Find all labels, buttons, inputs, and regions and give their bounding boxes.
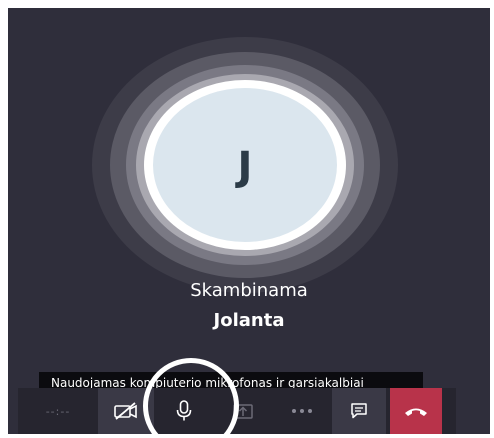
share-screen-icon xyxy=(233,404,253,419)
call-status: Skambinama xyxy=(190,280,308,301)
share-screen-button[interactable] xyxy=(214,388,272,434)
hang-up-button[interactable] xyxy=(390,388,442,434)
callee-name: Jolanta xyxy=(213,310,285,331)
call-controls-toolbar: --:-- xyxy=(18,388,456,434)
more-options-button[interactable] xyxy=(272,388,332,434)
video-toggle-button[interactable] xyxy=(98,388,154,434)
chat-icon xyxy=(351,403,367,419)
avatar-initial: J xyxy=(237,144,253,190)
call-screen: J Skambinama Jolanta Naudojamas kompiute… xyxy=(8,8,490,434)
microphone-icon xyxy=(176,400,192,421)
avatar: J xyxy=(153,88,337,242)
microphone-button[interactable] xyxy=(154,388,214,434)
call-timer: --:-- xyxy=(45,404,71,418)
video-off-icon xyxy=(114,402,137,420)
more-icon xyxy=(292,409,312,413)
hang-up-icon xyxy=(405,408,427,416)
chat-button[interactable] xyxy=(332,388,386,434)
